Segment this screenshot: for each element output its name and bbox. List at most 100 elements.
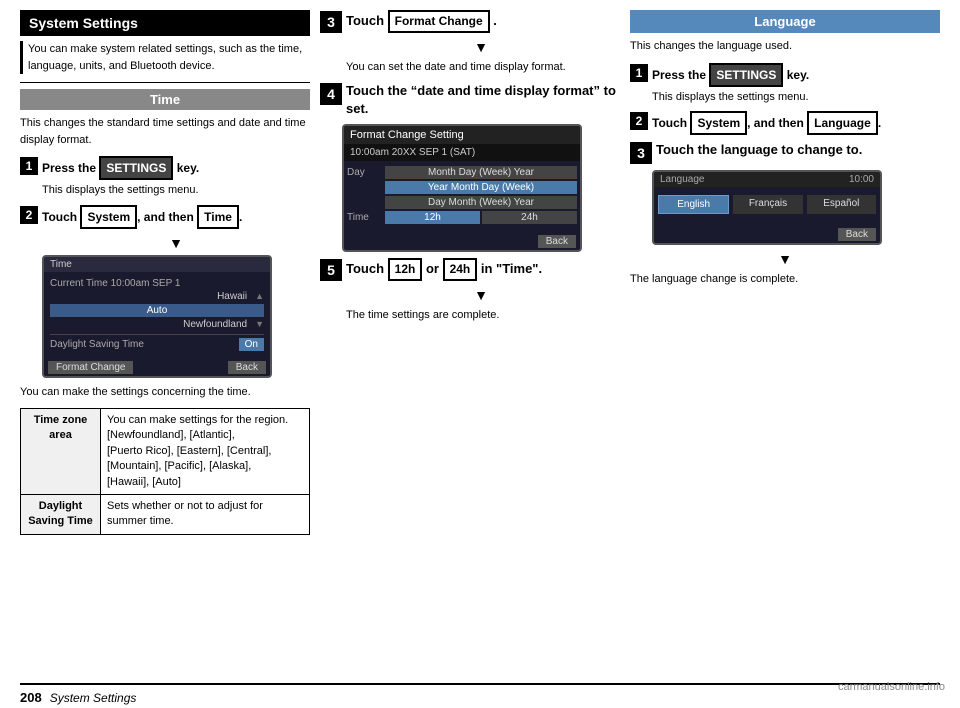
lang-english: English xyxy=(658,195,729,214)
mid-column: 3 Touch Format Change . ▼ You can set th… xyxy=(320,10,620,683)
step-4-main: Touch the “date and time display format”… xyxy=(346,83,616,116)
lang-espanol: Español xyxy=(807,195,876,214)
format-screen: Format Change Setting 10:00am 20XX SEP 1… xyxy=(342,124,582,252)
screen-title: Time xyxy=(50,259,72,270)
screen-title-bar: Time xyxy=(44,257,270,272)
time-btn: Time xyxy=(197,205,239,229)
step-num-4: 4 xyxy=(320,83,342,105)
lang-system-btn: System xyxy=(690,111,747,135)
step-4-content: Touch the “date and time display format”… xyxy=(346,82,620,118)
lang-step-1-main: Press the SETTINGS key. xyxy=(652,68,809,82)
day-format-row: Day Month Day (Week) Year xyxy=(347,166,577,179)
newfoundland-val: Newfoundland xyxy=(50,319,247,330)
step-num-5: 5 xyxy=(320,259,342,281)
day-opt-3: Day Month (Week) Year xyxy=(385,196,577,209)
day-format-row-2: Year Month Day (Week) xyxy=(347,181,577,194)
time-section-title: Time xyxy=(20,89,310,110)
page-footer: 208 System Settings xyxy=(20,683,940,708)
daylight-row: Daylight Saving Time On xyxy=(50,334,264,351)
settings-button-label: SETTINGS xyxy=(99,156,173,180)
lang-screen-footer: Back xyxy=(654,222,880,243)
format-screen-title: Format Change Setting xyxy=(344,126,580,144)
after-screen-text: You can make the settings concerning the… xyxy=(20,384,310,401)
system-settings-title: System Settings xyxy=(20,10,310,36)
page-number: 208 xyxy=(20,690,42,705)
step-2: 2 Touch System, and then Time. xyxy=(20,205,310,229)
language-btn: Language xyxy=(807,111,878,135)
step-num-3: 3 xyxy=(320,11,342,33)
lang-step-num-2: 2 xyxy=(630,112,648,130)
day-opt-1: Month Day (Week) Year xyxy=(385,166,577,179)
watermark: carmanualsonline.info xyxy=(838,681,945,693)
time-section-desc: This changes the standard time settings … xyxy=(20,115,310,148)
lang-settings-btn: SETTINGS xyxy=(709,63,783,87)
system-btn: System xyxy=(80,205,137,229)
step-1-content: Press the SETTINGS key. This displays th… xyxy=(42,156,199,199)
step-5-content: Touch 12h or 24h in "Time". xyxy=(346,258,542,281)
hawaii-row: Hawaii ▲ xyxy=(50,291,264,302)
screen-body: Current Time 10:00am SEP 1 Hawaii ▲ Auto… xyxy=(44,272,270,355)
lang-screen-time: 10:00 xyxy=(849,174,874,185)
page-footer-text: System Settings xyxy=(50,691,137,705)
right-column: Language This changes the language used.… xyxy=(630,10,940,683)
time-complete-text: The time settings are complete. xyxy=(346,307,620,324)
language-section-title: Language xyxy=(630,10,940,33)
daylight-label: Daylight Saving Time xyxy=(50,339,144,350)
table-row-2: Daylight Saving Time Sets whether or not… xyxy=(21,494,310,534)
down-arrow-small: ▼ xyxy=(255,319,264,329)
auto-val: Auto xyxy=(50,304,264,317)
day-options-2: Year Month Day (Week) xyxy=(385,181,577,194)
time-format-row: Time 12h 24h xyxy=(347,211,577,224)
lang-screen-title: Language 10:00 xyxy=(654,172,880,187)
24h-btn: 24h xyxy=(443,258,478,281)
time-label: Time xyxy=(347,212,382,223)
current-time: Current Time 10:00am SEP 1 xyxy=(50,278,180,289)
day-options-3: Day Month (Week) Year xyxy=(385,196,577,209)
format-back-btn: Back xyxy=(538,235,576,248)
format-change-btn: Format Change xyxy=(388,10,490,33)
time-options: 12h 24h xyxy=(385,211,577,224)
format-screen-footer: Back xyxy=(344,229,580,250)
day-options: Month Day (Week) Year xyxy=(385,166,577,179)
current-time-row: Current Time 10:00am SEP 1 xyxy=(50,278,264,289)
auto-row: Auto xyxy=(50,304,264,317)
table-content-2: Sets whether or not to adjust for summer… xyxy=(101,494,310,534)
lang-step-1: 1 Press the SETTINGS key. This displays … xyxy=(630,63,940,106)
12h-btn: 12h xyxy=(388,258,423,281)
day-label: Day xyxy=(347,167,382,178)
hawaii-val: Hawaii xyxy=(50,291,247,302)
table-header-2: Daylight Saving Time xyxy=(21,494,101,534)
lang-step-3-main: Touch the language to change to. xyxy=(656,142,862,157)
step-4: 4 Touch the “date and time display forma… xyxy=(320,82,620,118)
lang-arrow-down: ▼ xyxy=(630,251,940,267)
day-opt-active: Year Month Day (Week) xyxy=(385,181,577,194)
back-screen-btn: Back xyxy=(228,361,266,374)
lang-step-2-content: Touch System, and then Language. xyxy=(652,111,881,135)
step-num-2: 2 xyxy=(20,206,38,224)
step-3-content: Touch Format Change . xyxy=(346,10,497,33)
step-5-main: Touch 12h or 24h in "Time". xyxy=(346,261,542,276)
lang-step-num-1: 1 xyxy=(630,64,648,82)
table-header-1: Time zone area xyxy=(21,409,101,495)
lang-step-3: 3 Touch the language to change to. xyxy=(630,141,940,164)
page-container: System Settings You can make system rela… xyxy=(0,0,960,708)
info-table: Time zone area You can make settings for… xyxy=(20,408,310,535)
arrow-down-1: ▼ xyxy=(42,235,310,251)
lang-back-btn: Back xyxy=(838,228,876,241)
arrow-down-3: ▼ xyxy=(342,39,620,55)
format-time-display: 10:00am 20XX SEP 1 (SAT) xyxy=(344,144,580,161)
step-2-content: Touch System, and then Time. xyxy=(42,205,242,229)
screen-btn-row: Format Change Back xyxy=(44,355,270,376)
up-arrow: ▲ xyxy=(255,291,264,301)
table-content-1: You can make settings for the region.[Ne… xyxy=(101,409,310,495)
main-content: System Settings You can make system rela… xyxy=(20,10,940,683)
arrow-down-5: ▼ xyxy=(342,287,620,303)
step-5: 5 Touch 12h or 24h in "Time". xyxy=(320,258,620,281)
format-screen-body: Day Month Day (Week) Year Year Month Day… xyxy=(344,161,580,229)
lang-screen: Language 10:00 English Français Español … xyxy=(652,170,882,245)
daylight-val: On xyxy=(239,338,264,351)
format-change-screen-btn: Format Change xyxy=(48,361,133,374)
lang-screen-body: English Français Español xyxy=(654,187,880,222)
lang-francais: Français xyxy=(733,195,802,214)
time-12h: 12h xyxy=(385,211,480,224)
